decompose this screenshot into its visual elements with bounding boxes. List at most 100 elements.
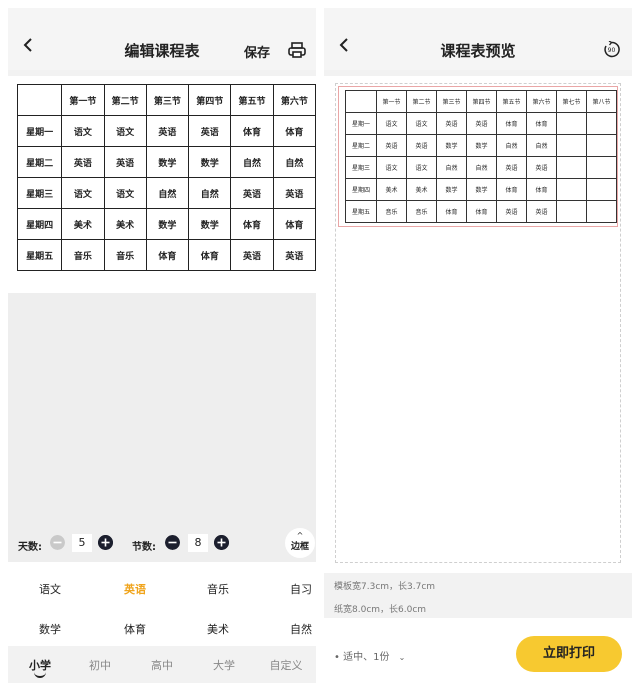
tab-level[interactable]: 高中 (132, 657, 192, 673)
row-header-cell: 星期二 (345, 134, 377, 157)
subject-item[interactable]: 数学 (15, 621, 85, 637)
days-value[interactable]: 5 (72, 534, 92, 552)
subject-item[interactable]: 体育 (100, 621, 170, 637)
table-cell[interactable]: 语文 (103, 177, 147, 209)
printer-icon[interactable] (288, 42, 306, 58)
column-header-cell: 第八节 (586, 90, 617, 113)
table-cell[interactable]: 音乐 (61, 239, 105, 271)
table-cell[interactable]: 美术 (61, 208, 105, 240)
table-cell[interactable]: 数学 (188, 146, 232, 178)
subject-item[interactable]: 语文 (15, 581, 85, 597)
tab-level[interactable]: 初中 (70, 657, 130, 673)
preview-canvas: 第一节 第二节 第三节 第四节 第五节 第六节 第七节 第八节 星期一 语文 语文 英语 英语 体育 体育星… (324, 76, 632, 573)
table-cell[interactable]: 英语 (103, 146, 147, 178)
periods-label: 节数: (132, 542, 156, 553)
schedule-preview-table: 第一节 第二节 第三节 第四节 第五节 第六节 第七节 第八节 星期一 语文 语文 英语 英语 体育 体育星… (345, 90, 617, 223)
table-cell[interactable]: 自然 (188, 177, 232, 209)
table-cell: 数学 (466, 134, 497, 157)
table-cell: 自然 (526, 134, 557, 157)
table-cell[interactable]: 英语 (145, 115, 190, 147)
table-cell: 数学 (436, 178, 467, 201)
table-cell[interactable]: 英语 (230, 177, 274, 209)
table-cell[interactable]: 语文 (103, 115, 147, 147)
table-cell (556, 178, 587, 201)
table-cell[interactable]: 体育 (230, 208, 274, 240)
periods-value[interactable]: 8 (188, 534, 208, 552)
days-label: 天数: (18, 542, 42, 553)
level-tabs: 小学 初中 高中 大学 自定义 (8, 646, 316, 683)
tab-level[interactable]: 大学 (194, 657, 254, 673)
table-cell[interactable]: 英语 (272, 177, 316, 209)
table-cell: 音乐 (406, 200, 437, 223)
column-header-cell: 第七节 (556, 90, 587, 113)
subject-item-selected[interactable]: 英语 (100, 581, 170, 597)
edit-table-area: 第一节 第二节 第三节 第四节 第五节 第六节 星期一 语文 语文 英语 英语 体育 体育 星期二 英语 英语… (8, 76, 316, 293)
tab-level[interactable]: 自定义 (256, 657, 316, 673)
periods-minus-icon[interactable] (165, 535, 180, 550)
table-cell[interactable]: 体育 (188, 239, 232, 271)
table-row: 星期一 语文 语文 英语 英语 体育 体育 (16, 115, 316, 147)
active-tab-indicator (34, 672, 46, 678)
save-button[interactable]: 保存 (244, 42, 270, 61)
periods-plus-icon[interactable] (214, 535, 229, 550)
table-cell[interactable]: 自然 (145, 177, 190, 209)
row-header-cell: 星期四 (345, 178, 377, 201)
table-cell[interactable]: 体育 (272, 115, 316, 147)
paper-outline: 第一节 第二节 第三节 第四节 第五节 第六节 第七节 第八节 星期一 语文 语文 英语 英语 体育 体育星… (335, 83, 621, 563)
print-now-button[interactable]: 立即打印 (516, 636, 622, 672)
days-minus-icon[interactable] (50, 535, 65, 550)
table-row: 星期五 音乐 音乐 体育 体育 英语 英语 (345, 200, 617, 223)
column-header-cell (16, 84, 63, 116)
table-cell: 英语 (526, 200, 557, 223)
column-header-cell: 第五节 (230, 84, 274, 116)
print-bar: • 适中、1份 ⌄ 立即打印 (324, 618, 632, 683)
edit-top-bar: 编辑课程表 保存 (8, 8, 316, 70)
rotate-90-icon[interactable]: 90 (603, 41, 620, 58)
table-cell[interactable]: 美术 (103, 208, 147, 240)
row-header-cell: 星期一 (345, 112, 377, 135)
table-cell: 音乐 (376, 200, 407, 223)
tab-level-selected[interactable]: 小学 (10, 657, 70, 673)
table-header-row: 第一节 第二节 第三节 第四节 第五节 第六节 (16, 84, 316, 116)
table-row: 星期二 英语 英语 数学 数学 自然 自然 (16, 146, 316, 178)
column-header-cell: 第四节 (188, 84, 232, 116)
table-cell: 英语 (466, 112, 497, 135)
table-cell[interactable]: 英语 (61, 146, 105, 178)
table-cell[interactable]: 数学 (145, 208, 190, 240)
table-cell: 体育 (496, 178, 527, 201)
subject-item[interactable]: 自然 (266, 621, 316, 637)
table-cell (556, 200, 587, 223)
table-cell[interactable]: 体育 (272, 208, 316, 240)
table-cell[interactable]: 英语 (272, 239, 316, 271)
table-row: 星期四 美术 美术 数学 数学 体育 体育 (16, 208, 316, 240)
preview-top-bar: 课程表预览 90 (324, 8, 632, 70)
copies-selector[interactable]: • 适中、1份 ⌄ (334, 648, 405, 663)
table-cell[interactable]: 体育 (230, 115, 274, 147)
table-cell: 体育 (496, 112, 527, 135)
table-cell: 英语 (496, 156, 527, 179)
table-cell[interactable]: 体育 (145, 239, 190, 271)
subject-item[interactable]: 音乐 (183, 581, 253, 597)
border-toggle-button[interactable]: ^ 边框 (285, 528, 315, 558)
table-cell (586, 200, 617, 223)
table-cell[interactable]: 英语 (188, 115, 232, 147)
table-cell[interactable]: 语文 (61, 177, 105, 209)
table-cell (586, 178, 617, 201)
subject-item[interactable]: 美术 (183, 621, 253, 637)
table-cell[interactable]: 自然 (272, 146, 316, 178)
table-row: 星期三 语文 语文 自然 自然 英语 英语 (345, 156, 617, 179)
days-plus-icon[interactable] (98, 535, 113, 550)
table-cell: 体育 (436, 200, 467, 223)
table-cell[interactable]: 数学 (145, 146, 190, 178)
subject-item[interactable]: 自习 (266, 581, 316, 597)
table-cell[interactable]: 音乐 (103, 239, 147, 271)
table-cell: 英语 (526, 156, 557, 179)
table-cell[interactable]: 自然 (230, 146, 274, 178)
preview-panel: 课程表预览 90 第一节 第二节 第三节 第四节 第五节 第六节 第七节 第八节 星期一 语文 语文… (324, 8, 632, 683)
column-header-cell: 第六节 (272, 84, 316, 116)
table-cell[interactable]: 英语 (230, 239, 274, 271)
column-header-cell: 第一节 (376, 90, 407, 113)
table-row: 星期三 语文 语文 自然 自然 英语 英语 (16, 177, 316, 209)
table-cell[interactable]: 数学 (188, 208, 232, 240)
table-cell[interactable]: 语文 (61, 115, 105, 147)
